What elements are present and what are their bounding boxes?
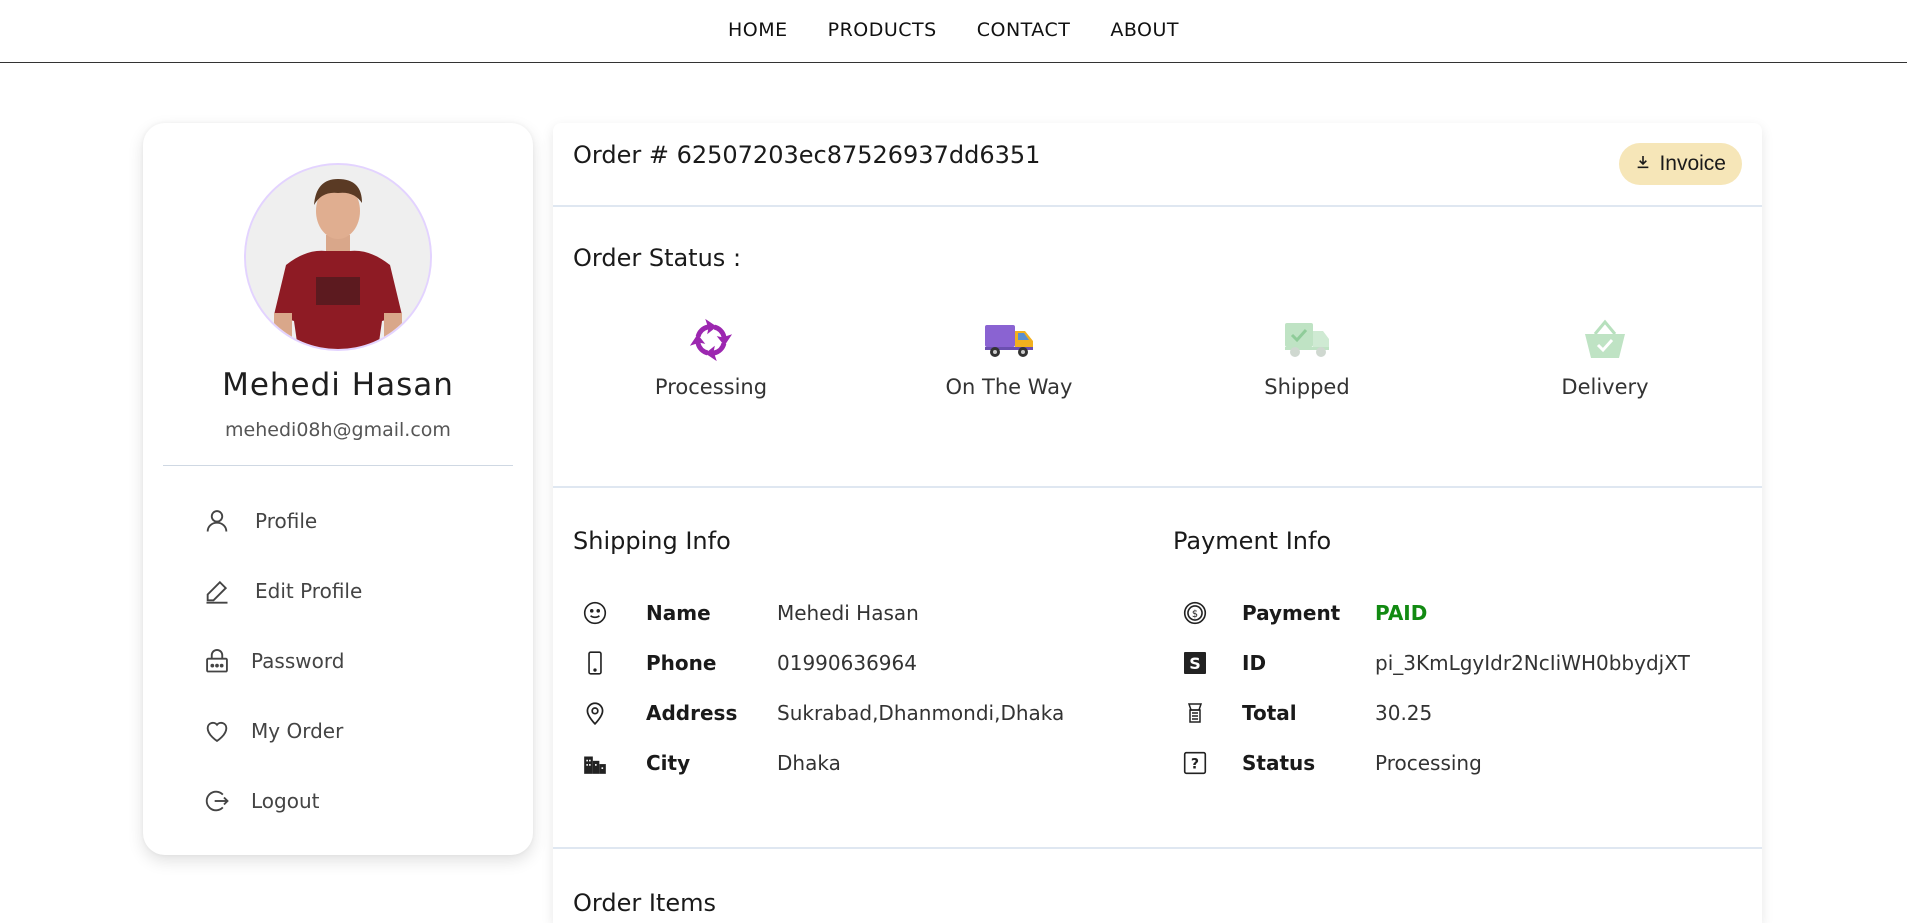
shipping-key: Address	[646, 701, 738, 725]
shipping-key: Name	[646, 601, 711, 625]
avatar	[244, 163, 432, 351]
order-title: Order # 62507203ec87526937dd6351	[573, 141, 1041, 169]
status-step-processing: Processing	[611, 315, 811, 399]
lock-icon	[201, 645, 233, 677]
menu-item-label: Logout	[251, 789, 320, 813]
payment-value: 30.25	[1375, 701, 1433, 725]
location-pin-icon	[580, 698, 610, 728]
stripe-icon: S	[1180, 648, 1210, 678]
status-step-shipped: Shipped	[1207, 315, 1407, 399]
payment-key: Total	[1242, 701, 1297, 725]
menu-item-label: Password	[251, 649, 345, 673]
logout-icon	[201, 785, 233, 817]
order-status-heading: Order Status :	[573, 244, 742, 272]
invoice-button[interactable]: Invoice	[1619, 143, 1742, 185]
status-step-delivery: Delivery	[1505, 315, 1705, 399]
status-step-label: On The Way	[945, 375, 1073, 399]
payment-info-title: Payment Info	[1173, 527, 1332, 555]
menu-item-profile[interactable]: Profile	[201, 501, 501, 541]
user-email: mehedi08h@gmail.com	[225, 419, 451, 441]
payment-value: Processing	[1375, 751, 1482, 775]
nav-products-link[interactable]: PRODUCTS	[828, 19, 937, 41]
smiley-icon	[580, 598, 610, 628]
profile-card: Mehedi Hasan mehedi08h@gmail.com Profile…	[143, 123, 533, 855]
question-box-icon: ?	[1180, 748, 1210, 778]
menu-item-password[interactable]: Password	[201, 641, 501, 681]
shipping-info-title: Shipping Info	[573, 527, 731, 555]
svg-text:$: $	[1192, 609, 1198, 620]
svg-text:S: S	[1189, 654, 1201, 673]
shipping-key: Phone	[646, 651, 717, 675]
order-items-title: Order Items	[573, 889, 716, 917]
nav-home-link[interactable]: HOME	[728, 19, 788, 41]
download-icon	[1635, 152, 1651, 176]
menu-item-edit-profile[interactable]: Edit Profile	[201, 571, 501, 611]
nav-contact-link[interactable]: CONTACT	[977, 19, 1071, 41]
shipping-row-name: Name Mehedi Hasan	[580, 598, 919, 628]
payment-status-paid: PAID	[1375, 601, 1428, 625]
phone-icon	[580, 648, 610, 678]
dollar-circle-icon: $	[1180, 598, 1210, 628]
order-panel: Order # 62507203ec87526937dd6351 Invoice…	[553, 123, 1762, 923]
shipping-value: Dhaka	[777, 751, 841, 775]
shipping-row-address: Address Sukrabad,Dhanmondi,Dhaka	[580, 698, 1064, 728]
payment-row-total: Total 30.25	[1180, 698, 1432, 728]
nav-links: HOME PRODUCTS CONTACT ABOUT	[728, 19, 1179, 41]
truck-icon	[909, 315, 1109, 365]
menu-item-label: Edit Profile	[255, 579, 363, 603]
payment-key: ID	[1242, 651, 1267, 675]
shipping-row-city: City Dhaka	[580, 748, 841, 778]
money-icon	[1180, 698, 1210, 728]
city-icon	[580, 748, 610, 778]
menu-item-label: Profile	[255, 509, 318, 533]
shipping-row-phone: Phone 01990636964	[580, 648, 917, 678]
shipping-key: City	[646, 751, 691, 775]
payment-value: pi_3KmLgyIdr2NcIiWH0bbydjXT	[1375, 651, 1690, 675]
status-step-label: Shipped	[1264, 375, 1350, 399]
status-step-label: Processing	[654, 375, 768, 399]
nav-about-link[interactable]: ABOUT	[1110, 19, 1179, 41]
menu-item-logout[interactable]: Logout	[201, 781, 501, 821]
payment-row-status: ? Status Processing	[1180, 748, 1482, 778]
payment-key: Status	[1242, 751, 1316, 775]
shipping-value: 01990636964	[777, 651, 917, 675]
user-name: Mehedi Hasan	[222, 367, 454, 403]
shipping-value: Sukrabad,Dhanmondi,Dhaka	[777, 701, 1065, 725]
status-step-on-the-way: On The Way	[909, 315, 1109, 399]
basket-check-icon	[1505, 315, 1705, 365]
payment-row-id: S ID pi_3KmLgyIdr2NcIiWH0bbydjXT	[1180, 648, 1690, 678]
status-step-label: Delivery	[1561, 375, 1649, 399]
menu-item-label: My Order	[251, 719, 344, 743]
divider	[553, 205, 1762, 207]
divider	[163, 465, 513, 466]
menu-item-my-order[interactable]: My Order	[201, 711, 501, 751]
shipped-truck-icon	[1207, 315, 1407, 365]
processing-arrows-icon	[611, 315, 811, 365]
svg-text:?: ?	[1191, 756, 1199, 772]
divider	[553, 486, 1762, 488]
avatar-image	[246, 165, 430, 349]
shipping-value: Mehedi Hasan	[777, 601, 919, 625]
user-icon	[201, 505, 233, 537]
invoice-label: Invoice	[1659, 152, 1726, 175]
pencil-icon	[201, 575, 233, 607]
divider	[553, 847, 1762, 849]
payment-row-payment: $ Payment PAID	[1180, 598, 1427, 628]
payment-key: Payment	[1242, 601, 1341, 625]
top-navbar: HOME PRODUCTS CONTACT ABOUT	[0, 0, 1907, 63]
heart-icon	[201, 715, 233, 747]
